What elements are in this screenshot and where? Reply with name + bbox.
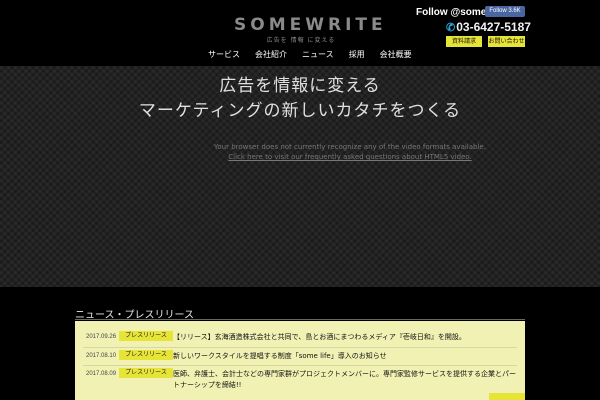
news-date: 2017.08.09 <box>86 371 117 377</box>
document-request-button[interactable]: 資料請求 <box>446 36 482 47</box>
more-news-button[interactable] <box>489 393 525 400</box>
news-badge: プレスリリース <box>119 350 173 360</box>
video-faq-link[interactable]: Click here to visit our frequently asked… <box>200 153 500 161</box>
news-section: ニュース・プレスリリース 2017.09.26 プレスリリース 【リリース】玄海… <box>0 287 600 400</box>
nav-item-company-intro[interactable]: 会社紹介 <box>255 49 287 63</box>
news-item[interactable]: 2017.09.26 プレスリリース 【リリース】玄海酒造株式会社と共同で、島と… <box>75 330 525 348</box>
nav-item-company-profile[interactable]: 会社概要 <box>380 49 412 63</box>
news-badge: プレスリリース <box>119 368 173 378</box>
phone-icon: ✆ <box>446 22 456 34</box>
nav-item-news[interactable]: ニュース <box>302 49 334 63</box>
facebook-follow-button[interactable]: Follow 3.6K <box>485 6 525 17</box>
news-text[interactable]: 医師、弁護士、会計士などの専門家群がプロジェクトメンバーに。専門家監修サービスを… <box>173 369 518 391</box>
hero-video-area: 広告を情報に変える マーケティングの新しいカタチをつくる Your browse… <box>0 66 600 287</box>
news-text[interactable]: 新しいワークスタイルを提唱する制度「some life」導入のお知らせ <box>173 351 518 362</box>
video-fallback-message: Your browser does not currently recogniz… <box>214 143 486 151</box>
main-nav: サービス 会社紹介 ニュース 採用 会社概要 <box>208 49 427 63</box>
news-date: 2017.09.26 <box>86 334 117 340</box>
news-text[interactable]: 【リリース】玄海酒造株式会社と共同で、島とお酒にまつわるメディア『壱岐日和』を開… <box>173 332 518 343</box>
nav-item-recruit[interactable]: 採用 <box>349 49 365 63</box>
logo[interactable]: SOMEWRITE 広告を 情報 に変える <box>234 15 387 44</box>
news-date: 2017.08.10 <box>86 353 117 359</box>
news-item[interactable]: 2017.08.09 プレスリリース 医師、弁護士、会計士などの専門家群がプロジ… <box>75 365 525 397</box>
divider <box>75 319 525 320</box>
site-header: SOMEWRITE 広告を 情報 に変える Follow @somewrite … <box>0 0 600 66</box>
hero-headline: 広告を情報に変える <box>219 76 381 96</box>
phone-number[interactable]: ✆03-6427-5187 <box>446 20 531 34</box>
divider <box>83 365 517 366</box>
news-list: 2017.09.26 プレスリリース 【リリース】玄海酒造株式会社と共同で、島と… <box>75 321 525 400</box>
logo-text: SOMEWRITE <box>234 15 387 35</box>
hero-subheadline: マーケティングの新しいカタチをつくる <box>138 101 462 121</box>
nav-item-services[interactable]: サービス <box>208 49 240 63</box>
divider <box>83 347 517 348</box>
phone-text: 03-6427-5187 <box>456 20 531 34</box>
logo-tagline: 広告を 情報 に変える <box>266 37 336 44</box>
news-badge: プレスリリース <box>119 331 173 341</box>
contact-button[interactable]: お問い合わせ <box>488 36 525 47</box>
